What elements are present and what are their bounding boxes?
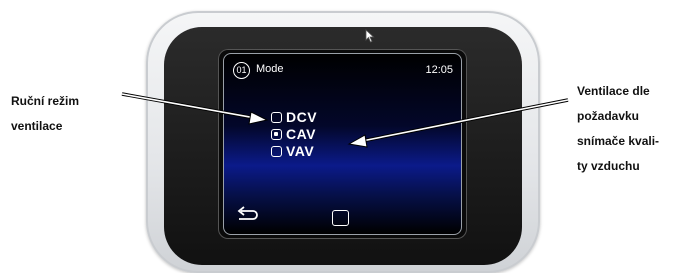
- option-label: DCV: [286, 109, 318, 125]
- annotation-right-line: Ventilace dle: [577, 84, 650, 98]
- checkbox-checked-icon[interactable]: [271, 129, 282, 140]
- back-button[interactable]: [236, 206, 258, 222]
- annotation-left: Ruční režim ventilace: [11, 89, 121, 139]
- display-screen: 01 Mode 12:05 DCV CAV VAV: [223, 53, 462, 235]
- annotation-right: Ventilace dle požadavku snímače kvali- t…: [577, 79, 677, 179]
- checkbox-icon[interactable]: [271, 112, 282, 123]
- option-label: CAV: [286, 126, 317, 142]
- clock: 12:05: [425, 64, 453, 76]
- annotation-left-line: Ruční režim: [11, 94, 80, 108]
- option-label: VAV: [286, 143, 315, 159]
- annotation-right-line: požadavku: [577, 109, 640, 123]
- mode-title: Mode: [256, 63, 284, 75]
- annotation-right-line: snímače kvali-: [577, 134, 660, 148]
- checkbox-icon[interactable]: [271, 146, 282, 157]
- mode-number-badge: 01: [233, 62, 250, 79]
- mouse-pointer-icon: [365, 29, 375, 43]
- annotation-right-line: ty vzduchu: [577, 159, 640, 173]
- home-button[interactable]: [332, 210, 349, 226]
- back-arrow-icon: [237, 206, 258, 220]
- status-bar: 01 Mode 12:05: [224, 54, 461, 84]
- annotation-left-line: ventilace: [11, 119, 63, 133]
